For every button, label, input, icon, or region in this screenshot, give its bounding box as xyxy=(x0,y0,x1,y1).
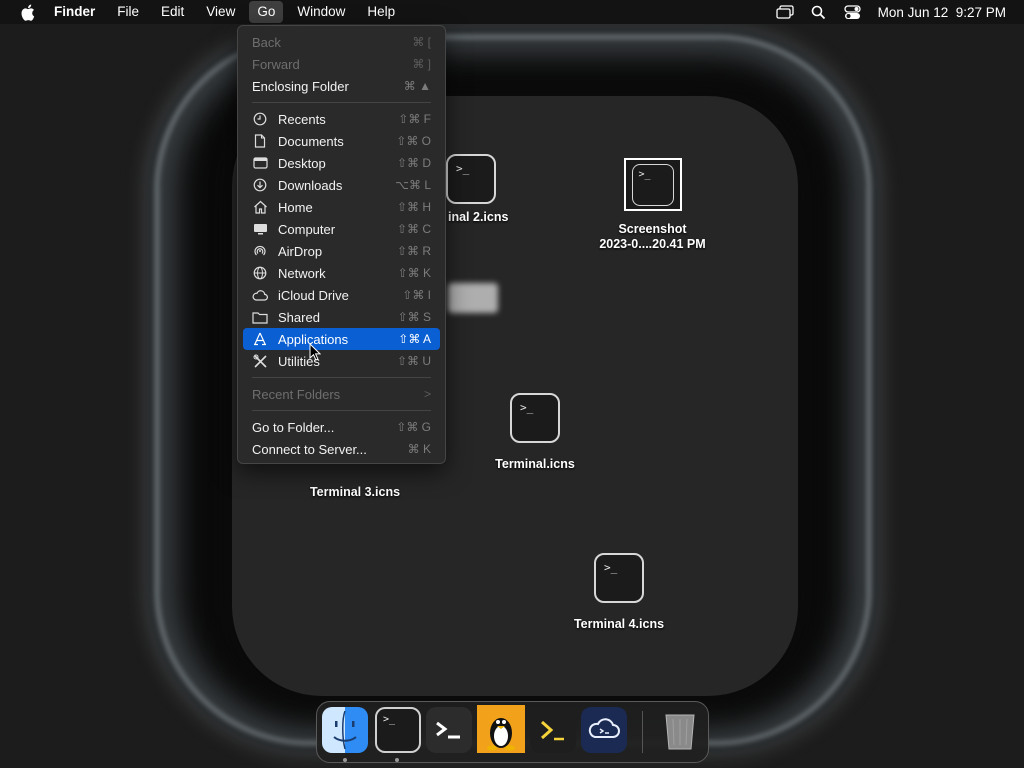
menu-bar: Finder File Edit View Go Window Help Mon… xyxy=(0,0,1024,24)
mouse-cursor-icon xyxy=(309,342,322,361)
shared-folder-icon xyxy=(252,309,268,325)
menu-item-forward: Forward ⌘ ] xyxy=(252,56,431,72)
desktop-file-terminal-2[interactable]: >_ inal 2.icns xyxy=(446,154,536,225)
menu-item-recents[interactable]: Recents ⇧⌘ F xyxy=(243,108,440,130)
menu-help[interactable]: Help xyxy=(359,1,403,23)
screen-mirroring-icon[interactable] xyxy=(776,4,794,20)
linux-penguin-icon[interactable] xyxy=(477,705,525,753)
menu-item-home[interactable]: Home ⇧⌘ H xyxy=(243,196,440,218)
file-name: Terminal 3.icns xyxy=(309,485,401,499)
apple-icon[interactable] xyxy=(16,0,38,24)
document-icon xyxy=(252,133,268,149)
menu-item-applications[interactable]: Applications ⇧⌘ A xyxy=(243,328,440,350)
cloud-app-icon[interactable] xyxy=(581,707,627,753)
terminal-file-icon: >_ xyxy=(510,393,560,443)
applications-icon xyxy=(252,331,268,347)
control-center-icon[interactable] xyxy=(844,4,862,20)
home-icon xyxy=(252,199,268,215)
chevron-right-icon: > xyxy=(423,387,431,401)
dock: >_ xyxy=(316,701,709,763)
terminal-dark-icon[interactable] xyxy=(426,707,472,753)
wallpaper-highlight xyxy=(448,283,498,313)
running-indicator xyxy=(343,758,347,762)
menu-item-go-to-folder[interactable]: Go to Folder... ⇧⌘ G xyxy=(243,416,440,438)
menu-item-shared[interactable]: Shared ⇧⌘ S xyxy=(243,306,440,328)
airdrop-icon xyxy=(252,243,268,259)
clock-icon xyxy=(252,111,268,127)
desktop-wallpaper xyxy=(0,0,1024,768)
menu-view[interactable]: View xyxy=(198,1,243,23)
desktop-file-screenshot[interactable]: >_ Screenshot 2023-0....20.41 PM xyxy=(590,158,715,252)
menubar-clock[interactable]: Mon Jun 12 9:27 PM xyxy=(878,5,1006,20)
terminal-file-icon: >_ xyxy=(446,154,496,204)
menu-item-utilities[interactable]: Utilities ⇧⌘ U xyxy=(243,350,440,372)
menu-window[interactable]: Window xyxy=(289,1,353,23)
menu-item-downloads[interactable]: Downloads ⌥⌘ L xyxy=(243,174,440,196)
go-menu-dropdown: Back ⌘ [ Forward ⌘ ] Enclosing Folder ⌘ … xyxy=(237,25,446,464)
finder-icon[interactable] xyxy=(322,707,368,753)
network-icon xyxy=(252,265,268,281)
menu-item-network[interactable]: Network ⇧⌘ K xyxy=(243,262,440,284)
file-name: Terminal.icns xyxy=(495,457,575,471)
search-icon[interactable] xyxy=(810,4,828,20)
menu-item-computer[interactable]: Computer ⇧⌘ C xyxy=(243,218,440,240)
trash-icon[interactable] xyxy=(657,707,703,753)
menu-separator xyxy=(252,410,431,411)
menu-item-enclosing-folder[interactable]: Enclosing Folder ⌘ ▲ xyxy=(243,75,440,97)
desktop-icon xyxy=(252,155,268,171)
desktop-file-terminal-4[interactable]: >_ Terminal 4.icns xyxy=(566,553,672,632)
file-name: Screenshot 2023-0....20.41 PM xyxy=(599,222,706,251)
computer-icon xyxy=(252,221,268,237)
download-icon xyxy=(252,177,268,193)
cloud-icon xyxy=(252,287,268,303)
menu-item-airdrop[interactable]: AirDrop ⇧⌘ R xyxy=(243,240,440,262)
menu-edit[interactable]: Edit xyxy=(153,1,192,23)
terminal-file-icon: >_ xyxy=(594,553,644,603)
menu-item-documents[interactable]: Documents ⇧⌘ O xyxy=(243,130,440,152)
dock-divider xyxy=(642,711,643,753)
desktop-file-terminal[interactable]: >_ Terminal.icns xyxy=(490,393,580,472)
screenshot-file-icon: >_ xyxy=(623,158,682,211)
menu-item-icloud-drive[interactable]: iCloud Drive ⇧⌘ I xyxy=(243,284,440,306)
running-indicator xyxy=(395,758,399,762)
terminal-preview-icon: >_ xyxy=(631,164,674,206)
menu-go[interactable]: Go xyxy=(249,1,284,23)
menu-item-recent-folders: Recent Folders > xyxy=(252,386,431,402)
menu-finder[interactable]: Finder xyxy=(46,1,103,23)
menu-file[interactable]: File xyxy=(109,1,147,23)
menu-separator xyxy=(252,377,431,378)
menu-separator xyxy=(252,102,431,103)
powershell-icon[interactable] xyxy=(530,707,576,753)
menu-item-back: Back ⌘ [ xyxy=(252,34,431,50)
terminal-icon[interactable]: >_ xyxy=(375,707,421,753)
menu-item-desktop[interactable]: Desktop ⇧⌘ D xyxy=(243,152,440,174)
menu-item-connect-to-server[interactable]: Connect to Server... ⌘ K xyxy=(243,438,440,460)
desktop-file-terminal-3[interactable]: Terminal 3.icns xyxy=(300,479,410,500)
file-name: inal 2.icns xyxy=(448,210,509,224)
utilities-icon xyxy=(252,353,268,369)
file-name: Terminal 4.icns xyxy=(573,617,665,631)
